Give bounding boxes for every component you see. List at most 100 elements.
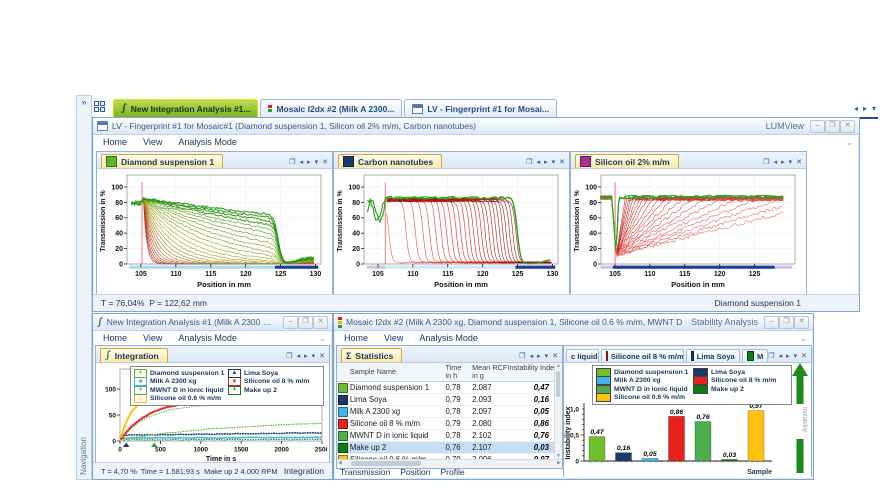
statistics-vertical-scrollbar[interactable]: ▲▼ (554, 363, 562, 459)
pin-panel-button[interactable]: ▾ (794, 352, 798, 360)
menu-analysis-mode[interactable]: Analysis Mode (178, 137, 237, 147)
table-row-milk-a-2300-xg[interactable]: Milk A 2300 xg0,782.0970,05 (337, 406, 555, 418)
table-row-silicone-oil-8-m-m[interactable]: Silicone oil 8 % m/m0,792.0800,86 (337, 418, 555, 430)
cell-time: 0,79 (445, 394, 472, 405)
panel-header: Diamond suspension 1 ❐ ◂▸ ▾✕ (97, 152, 332, 169)
close-panel-button[interactable]: ✕ (319, 352, 325, 360)
fingerprint-chart-carbon-nanotubes[interactable]: 020406080100105110115120125130Transmissi… (334, 169, 565, 294)
view-tab-profile[interactable]: Profile (440, 467, 464, 477)
minimize-button[interactable]: – (810, 120, 825, 133)
tab-scroll-left-icon[interactable]: ◂ (854, 104, 858, 113)
sigma-icon: Σ (346, 351, 351, 361)
view-tab-transmission[interactable]: Transmission (340, 467, 390, 477)
sample-tab-lima-soya[interactable]: Lima Soya (686, 349, 740, 362)
prev-panel-button[interactable]: ◂ (537, 158, 541, 166)
instability-panel-tabs: c liquidSilicone oil 8 % m/mLima SoyaM❐ ◂… (564, 346, 811, 363)
pin-panel-button[interactable]: ▾ (315, 158, 319, 166)
next-panel-button[interactable]: ▸ (786, 352, 790, 360)
sample-tab-silicone-oil-8-m-m[interactable]: Silicone oil 8 % m/m (601, 349, 685, 362)
menu-analysis-mode[interactable]: Analysis Mode (178, 333, 237, 343)
next-panel-button[interactable]: ▸ (537, 352, 541, 360)
svg-text:Position in mm: Position in mm (671, 280, 725, 289)
close-panel-button[interactable]: ✕ (322, 158, 328, 166)
prev-panel-button[interactable]: ◂ (530, 352, 534, 360)
view-tab-position[interactable]: Position (400, 467, 430, 477)
menu-home[interactable]: Home (103, 333, 127, 343)
tab-scroll-right-icon[interactable]: ▸ (863, 104, 867, 113)
close-panel-button[interactable]: ✕ (801, 352, 807, 360)
svg-text:Position in mm: Position in mm (434, 280, 488, 289)
next-panel-button[interactable]: ▸ (781, 158, 785, 166)
tab-integration[interactable]: ∫ Integration (100, 348, 168, 362)
float-panel-button[interactable]: ❐ (519, 352, 525, 360)
pin-panel-button[interactable]: ▾ (789, 158, 793, 166)
float-panel-button[interactable]: ❐ (526, 158, 532, 166)
window-layout-icon[interactable] (94, 101, 107, 114)
minimize-button[interactable]: – (283, 316, 298, 329)
float-panel-button[interactable]: ❐ (763, 158, 769, 166)
lv-status-readout: T = 76,04% P = 122,62 mm (101, 298, 207, 308)
prev-panel-button[interactable]: ◂ (779, 352, 783, 360)
svg-text:0,03: 0,03 (723, 452, 736, 459)
float-panel-button[interactable]: ❐ (768, 352, 774, 360)
document-tab-mosaic-i2dx-2-mi[interactable]: Mosaic I2dx #2 (Milk A 2300... (260, 99, 402, 117)
table-row-lima-soya[interactable]: Lima Soya0,792.0930,16 (337, 394, 555, 406)
tab-list-icon[interactable]: ▾ (872, 104, 876, 113)
menu-collapse-chevron[interactable]: ⌄ (846, 138, 853, 147)
sample-color-icon (338, 443, 348, 453)
tab-statistics[interactable]: Σ Statistics (341, 348, 402, 362)
pin-panel-button[interactable]: ▾ (312, 352, 316, 360)
next-panel-button[interactable]: ▸ (304, 352, 308, 360)
document-tab-new-integration-an[interactable]: ∫New Integration Analysis #1... (113, 99, 258, 117)
menu-home[interactable]: Home (344, 333, 368, 343)
float-panel-button[interactable]: ❐ (289, 158, 295, 166)
close-button[interactable]: ✕ (313, 316, 328, 329)
marker-glyph: ◇ (138, 396, 143, 402)
close-button[interactable]: ✕ (794, 316, 809, 329)
float-panel-button[interactable]: ❐ (286, 352, 292, 360)
fingerprint-chart-diamond-suspension-1[interactable]: 020406080100105110115120125130Transmissi… (97, 169, 328, 294)
menu-view[interactable]: View (143, 333, 162, 343)
expand-navigation-button[interactable]: » (77, 96, 91, 108)
close-button[interactable]: ✕ (840, 120, 855, 133)
svg-text:125: 125 (512, 271, 524, 278)
menu-view[interactable]: View (384, 333, 403, 343)
table-row-make-up-2[interactable]: Make up 20,762.1070,03 (337, 442, 555, 454)
sample-tab-m[interactable]: M (742, 349, 769, 362)
menu-collapse-chevron[interactable]: ⌄ (319, 334, 326, 343)
close-panel-button[interactable]: ✕ (796, 158, 802, 166)
maximize-button[interactable]: ❐ (825, 120, 840, 133)
series-marker-icon: + (228, 386, 241, 395)
series-swatch-icon (596, 385, 611, 394)
prev-panel-button[interactable]: ◂ (774, 158, 778, 166)
svg-text:Instability: Instability (801, 407, 807, 432)
series-marker-icon: + (134, 369, 147, 378)
next-panel-button[interactable]: ▸ (307, 158, 311, 166)
panel-tab-carbon-nanotubes[interactable]: Carbon nanotubes (338, 154, 442, 168)
panel-tab-diamond-suspension-1[interactable]: Diamond suspension 1 (101, 154, 223, 168)
menu-home[interactable]: Home (103, 137, 127, 147)
panel-tab-silicon-oil-2-m-m[interactable]: Silicon oil 2% m/m (575, 154, 679, 168)
menu-analysis-mode[interactable]: Analysis Mode (419, 333, 478, 343)
menu-collapse-chevron[interactable]: ⌄ (800, 334, 807, 343)
maximize-button[interactable]: ❐ (779, 316, 794, 329)
table-row-diamond-suspension-1[interactable]: Diamond suspension 10,782.0870,47 (337, 382, 555, 394)
sample-tab-c-liquid[interactable]: c liquid (566, 349, 599, 362)
legend-item-mwnt-d-in-ionic-liquid: MWNT D in ionic liquid (596, 385, 691, 394)
pin-panel-button[interactable]: ▾ (545, 352, 549, 360)
fingerprint-chart-silicon-oil-2-m-m[interactable]: 020406080100105110115120125Transmission … (571, 169, 802, 294)
menu-view[interactable]: View (143, 137, 162, 147)
prev-panel-button[interactable]: ◂ (297, 352, 301, 360)
minimize-button[interactable]: – (764, 316, 779, 329)
document-tab-lv-fingerprint[interactable]: LV - Fingerprint #1 for Mosai... (404, 99, 557, 117)
pin-panel-button[interactable]: ▾ (552, 158, 556, 166)
maximize-button[interactable]: ❐ (298, 316, 313, 329)
next-panel-button[interactable]: ▸ (544, 158, 548, 166)
table-row-mwnt-d-in-ionic-liquid[interactable]: MWNT D in ionic liquid0,782.1020,76 (337, 430, 555, 442)
prev-panel-button[interactable]: ◂ (300, 158, 304, 166)
svg-text:80: 80 (589, 200, 597, 207)
close-panel-button[interactable]: ✕ (552, 352, 558, 360)
marker-glyph: + (233, 387, 237, 393)
close-panel-button[interactable]: ✕ (559, 158, 565, 166)
navigation-rail[interactable]: » Navigation (76, 95, 92, 480)
